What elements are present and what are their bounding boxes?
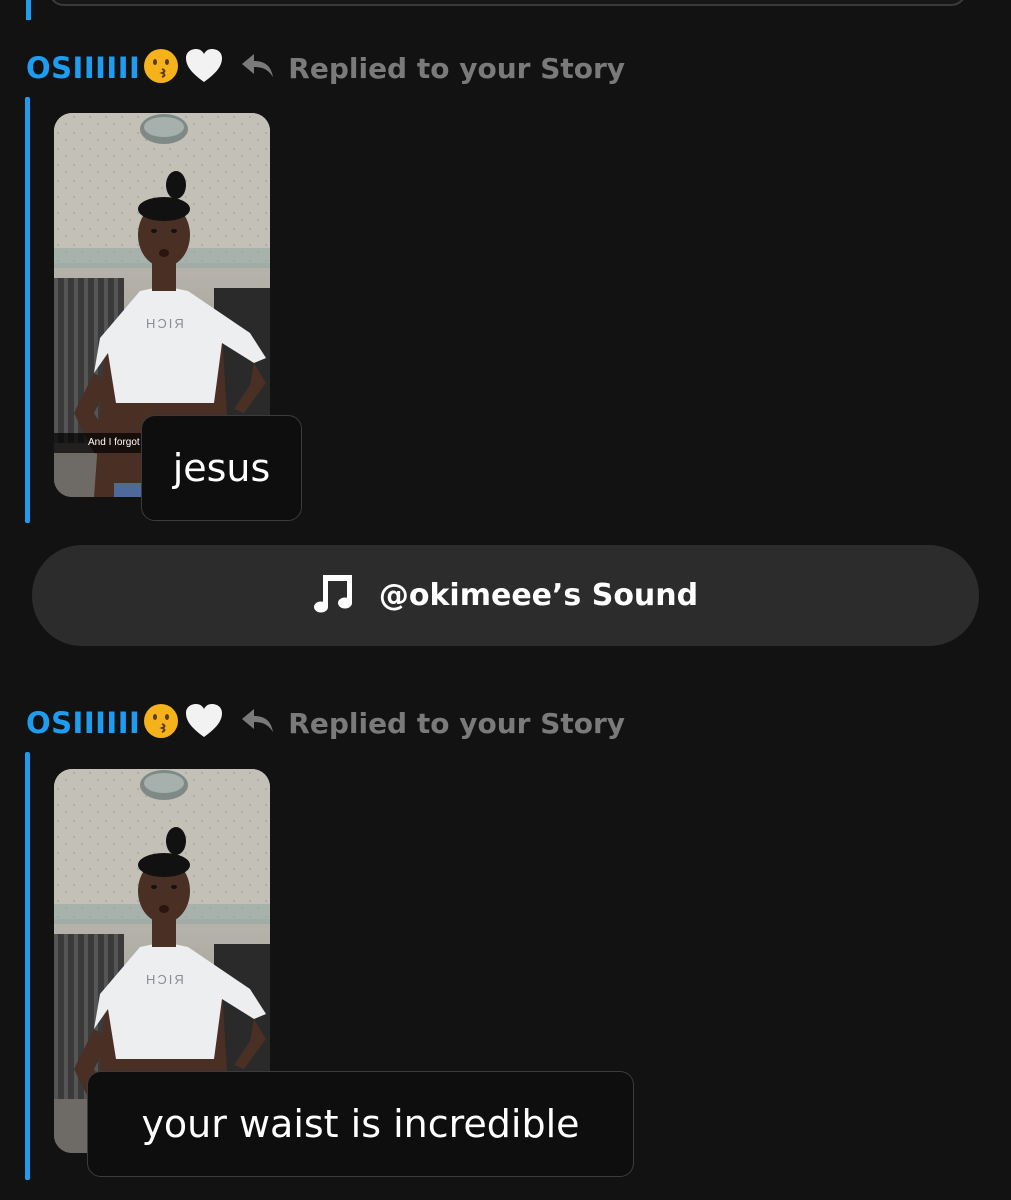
kissing-face-emoji-icon <box>142 47 180 89</box>
white-heart-icon <box>184 702 224 744</box>
sound-label: @okimeee’s Sound <box>378 578 699 613</box>
previous-message-rail <box>26 0 31 20</box>
reply-label: Replied to your Story <box>288 706 626 740</box>
white-heart-icon <box>184 47 224 89</box>
previous-message-bubble <box>48 0 967 6</box>
reply-label: Replied to your Story <box>288 51 626 85</box>
reply-rail <box>25 97 30 523</box>
music-note-icon <box>313 571 359 621</box>
message-text: your waist is incredible <box>141 1102 580 1146</box>
message-bubble: your waist is incredible <box>87 1071 634 1177</box>
message-bubble: jesus <box>141 415 302 521</box>
reply-arrow-icon <box>240 51 276 85</box>
svg-text:HƆIЯ: HƆIЯ <box>146 972 186 987</box>
sender-name[interactable]: OSIIIIII <box>26 51 140 85</box>
svg-text:HƆIЯ: HƆIЯ <box>146 316 186 331</box>
reply-header: OSIIIIII Replied to your Story <box>26 698 625 748</box>
sound-button[interactable]: @okimeee’s Sound <box>32 545 979 646</box>
reply-arrow-icon <box>240 706 276 740</box>
reply-rail <box>25 752 30 1180</box>
sender-name[interactable]: OSIIIIII <box>26 706 140 740</box>
reply-header: OSIIIIII Replied to your Story <box>26 43 625 93</box>
message-text: jesus <box>172 446 271 490</box>
kissing-face-emoji-icon <box>142 702 180 744</box>
